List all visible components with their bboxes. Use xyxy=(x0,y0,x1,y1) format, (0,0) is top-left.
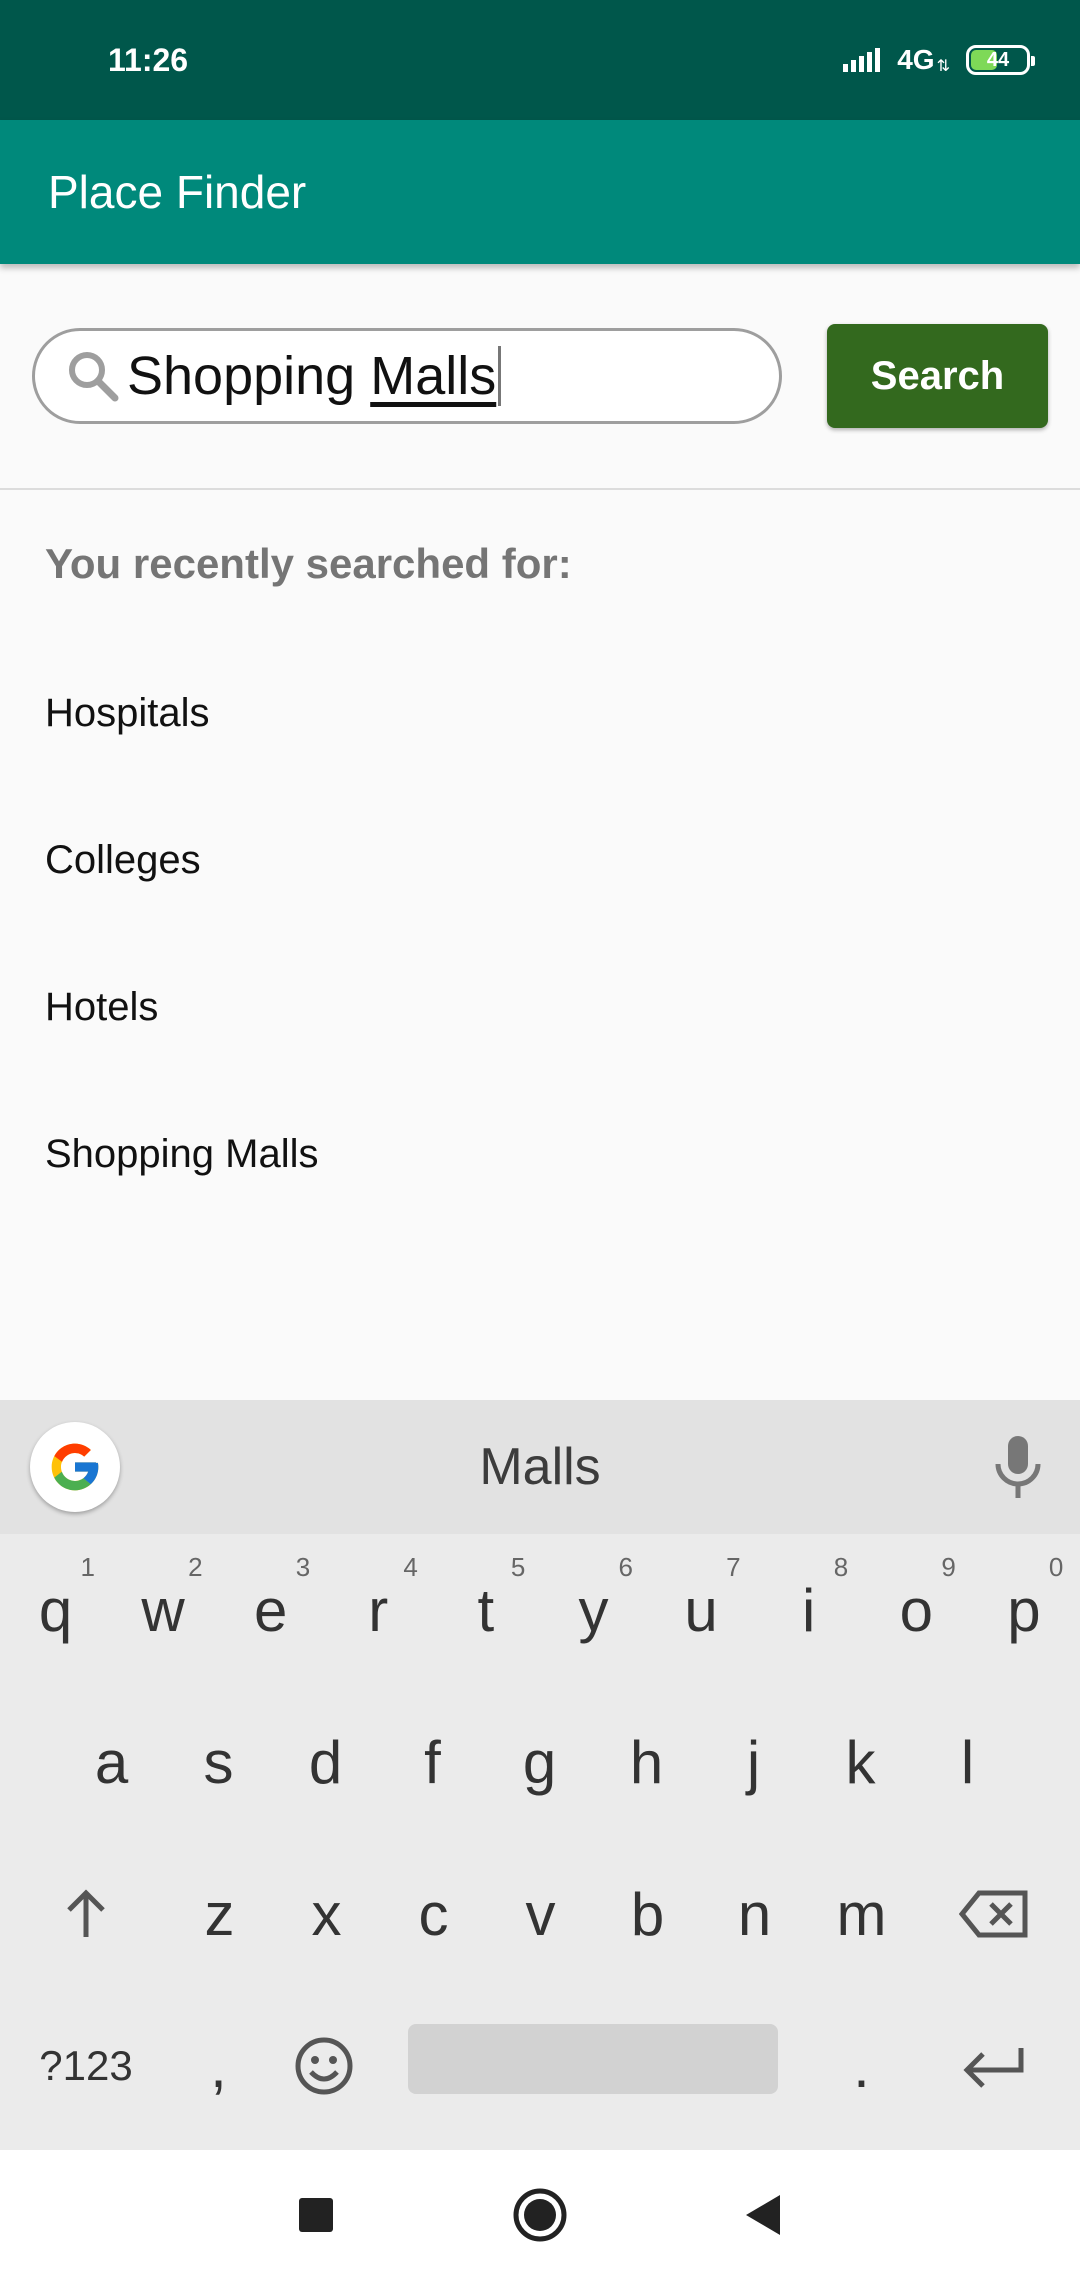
key-u[interactable]: u7 xyxy=(648,1534,755,1686)
key-hint: 1 xyxy=(80,1552,95,1582)
key-v[interactable]: v xyxy=(487,1838,594,1990)
key-label: r xyxy=(368,1576,389,1644)
key-label: q xyxy=(38,1576,73,1644)
key-h[interactable]: h xyxy=(593,1686,700,1838)
key-x[interactable]: x xyxy=(273,1838,380,1990)
key-hint: 9 xyxy=(941,1552,956,1582)
recent-searches-header: You recently searched for: xyxy=(45,540,572,587)
key-d[interactable]: d xyxy=(272,1686,379,1838)
home-icon[interactable] xyxy=(510,2185,570,2245)
app-title: Place Finder xyxy=(48,166,307,218)
keyboard-row-4: ?123 , . xyxy=(0,1990,1080,2142)
key-label: y xyxy=(578,1576,609,1644)
key-hint: 2 xyxy=(188,1552,203,1582)
key-label: i xyxy=(802,1576,816,1644)
status-time: 11:26 xyxy=(108,41,189,78)
app-bar: Place Finder xyxy=(0,120,1080,264)
backspace-key[interactable] xyxy=(940,1838,1047,1990)
key-label: t xyxy=(477,1576,495,1644)
key-s[interactable]: s xyxy=(165,1686,272,1838)
key-z[interactable]: z xyxy=(166,1838,273,1990)
back-icon[interactable] xyxy=(734,2185,794,2245)
key-hint: 6 xyxy=(618,1552,633,1582)
keyboard-row-2: asdfghjkl xyxy=(0,1686,1080,1838)
key-label: u xyxy=(684,1576,718,1644)
key-t[interactable]: t5 xyxy=(432,1534,539,1686)
key-q[interactable]: q1 xyxy=(2,1534,109,1686)
key-l[interactable]: l xyxy=(914,1686,1021,1838)
network-type: 4G xyxy=(897,44,935,75)
key-c[interactable]: c xyxy=(380,1838,487,1990)
key-g[interactable]: g xyxy=(486,1686,593,1838)
backspace-icon xyxy=(958,1890,1027,1938)
enter-key[interactable] xyxy=(940,1990,1047,2142)
key-o[interactable]: o9 xyxy=(863,1534,970,1686)
enter-icon xyxy=(962,2048,1023,2088)
microphone-icon[interactable] xyxy=(988,1434,1048,1500)
recent-item-hotels[interactable]: Hotels xyxy=(0,934,1080,1081)
recent-apps-icon[interactable] xyxy=(286,2185,346,2245)
key-label: o xyxy=(899,1576,933,1644)
key-label: p xyxy=(1007,1576,1041,1644)
emoji-key[interactable] xyxy=(270,1990,377,2142)
key-hint: 4 xyxy=(403,1552,418,1582)
key-hint: 5 xyxy=(510,1552,526,1582)
key-label: w xyxy=(141,1576,185,1644)
key-k[interactable]: k xyxy=(807,1686,914,1838)
recent-item-colleges[interactable]: Colleges xyxy=(0,787,1080,934)
text-cursor xyxy=(498,346,502,406)
symbols-key[interactable]: ?123 xyxy=(16,1990,156,2142)
key-f[interactable]: f xyxy=(379,1686,486,1838)
period-key[interactable]: . xyxy=(808,1990,915,2142)
key-p[interactable]: p0 xyxy=(970,1534,1077,1686)
shift-arrow-icon xyxy=(66,1889,105,1937)
google-g-icon xyxy=(51,1443,99,1491)
search-button[interactable]: Search xyxy=(827,324,1048,428)
battery-percent: 44 xyxy=(986,48,1010,71)
search-icon xyxy=(69,352,119,402)
google-icon[interactable] xyxy=(30,1422,120,1512)
recent-item-shopping-malls[interactable]: Shopping Malls xyxy=(0,1081,1080,1228)
spacebar[interactable] xyxy=(408,2024,778,2094)
navigation-bar xyxy=(0,2150,1080,2280)
key-i[interactable]: i8 xyxy=(755,1534,862,1686)
search-field[interactable]: Shopping Malls xyxy=(32,328,782,424)
key-hint: 7 xyxy=(726,1552,741,1582)
key-a[interactable]: a xyxy=(58,1686,165,1838)
keyboard-suggestion-bar: Malls xyxy=(0,1400,1080,1534)
screen: 11:26 4G ⇅ 44 Place Finder Shopping Mall… xyxy=(0,0,1080,2280)
key-j[interactable]: j xyxy=(700,1686,807,1838)
search-row: Shopping Malls Search xyxy=(0,264,1080,490)
status-icons: 4G ⇅ 44 xyxy=(843,44,1035,76)
search-input[interactable]: Shopping Malls xyxy=(127,345,502,407)
key-hint: 3 xyxy=(295,1552,311,1582)
keyboard-suggestion[interactable]: Malls xyxy=(0,1400,1080,1534)
comma-key[interactable]: , xyxy=(165,1990,272,2142)
key-hint: 0 xyxy=(1048,1552,1064,1582)
recent-item-hospitals[interactable]: Hospitals xyxy=(0,640,1080,787)
data-activity-icon: ⇅ xyxy=(936,58,950,75)
keyboard-row-1: q1w2e3r4t5y6u7i8o9p0 xyxy=(0,1534,1080,1686)
search-input-composing-word: Malls xyxy=(370,346,497,406)
key-e[interactable]: e3 xyxy=(217,1534,324,1686)
signal-icon xyxy=(843,48,881,72)
key-r[interactable]: r4 xyxy=(325,1534,432,1686)
search-input-text: Shopping xyxy=(127,346,371,406)
key-y[interactable]: y6 xyxy=(540,1534,647,1686)
key-b[interactable]: b xyxy=(594,1838,701,1990)
key-n[interactable]: n xyxy=(701,1838,808,1990)
key-label: e xyxy=(254,1576,288,1644)
emoji-icon xyxy=(295,2037,352,2095)
keyboard-row-3: zxcvbnm xyxy=(0,1838,1080,1990)
key-w[interactable]: w2 xyxy=(110,1534,217,1686)
battery-icon: 44 xyxy=(966,45,1035,75)
keyboard: Malls q1w2e3r4t5y6u7i8o9p0 asdfghjkl z x… xyxy=(0,1400,1080,2150)
key-m[interactable]: m xyxy=(808,1838,915,1990)
recent-searches-list: Hospitals Colleges Hotels Shopping Malls xyxy=(0,640,1080,1228)
key-hint: 8 xyxy=(833,1552,849,1582)
shift-key[interactable] xyxy=(32,1838,139,1990)
status-bar: 11:26 4G ⇅ 44 xyxy=(0,0,1080,120)
